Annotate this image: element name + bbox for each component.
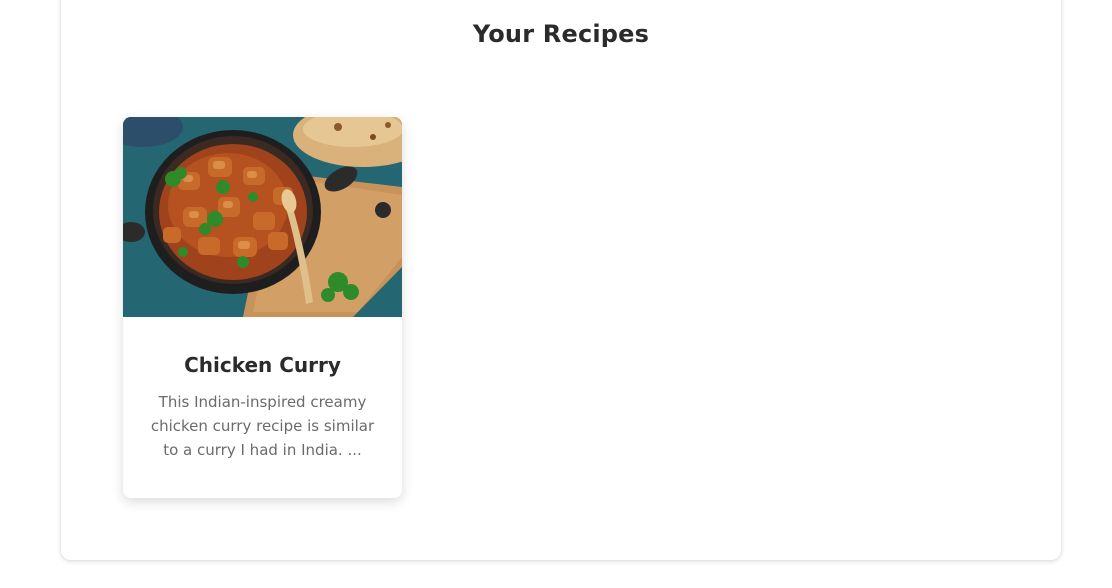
page-title: Your Recipes [472,20,650,48]
recipe-description: This Indian-inspired creamy chicken curr… [150,393,375,459]
recipe-card[interactable]: Chicken Curry This Indian-inspired cream… [123,117,402,498]
recipe-image [123,117,402,317]
recipes-panel: Your Recipes Chicken Curry This Indian-i… [61,0,1061,560]
recipe-title: Chicken Curry [184,353,341,377]
